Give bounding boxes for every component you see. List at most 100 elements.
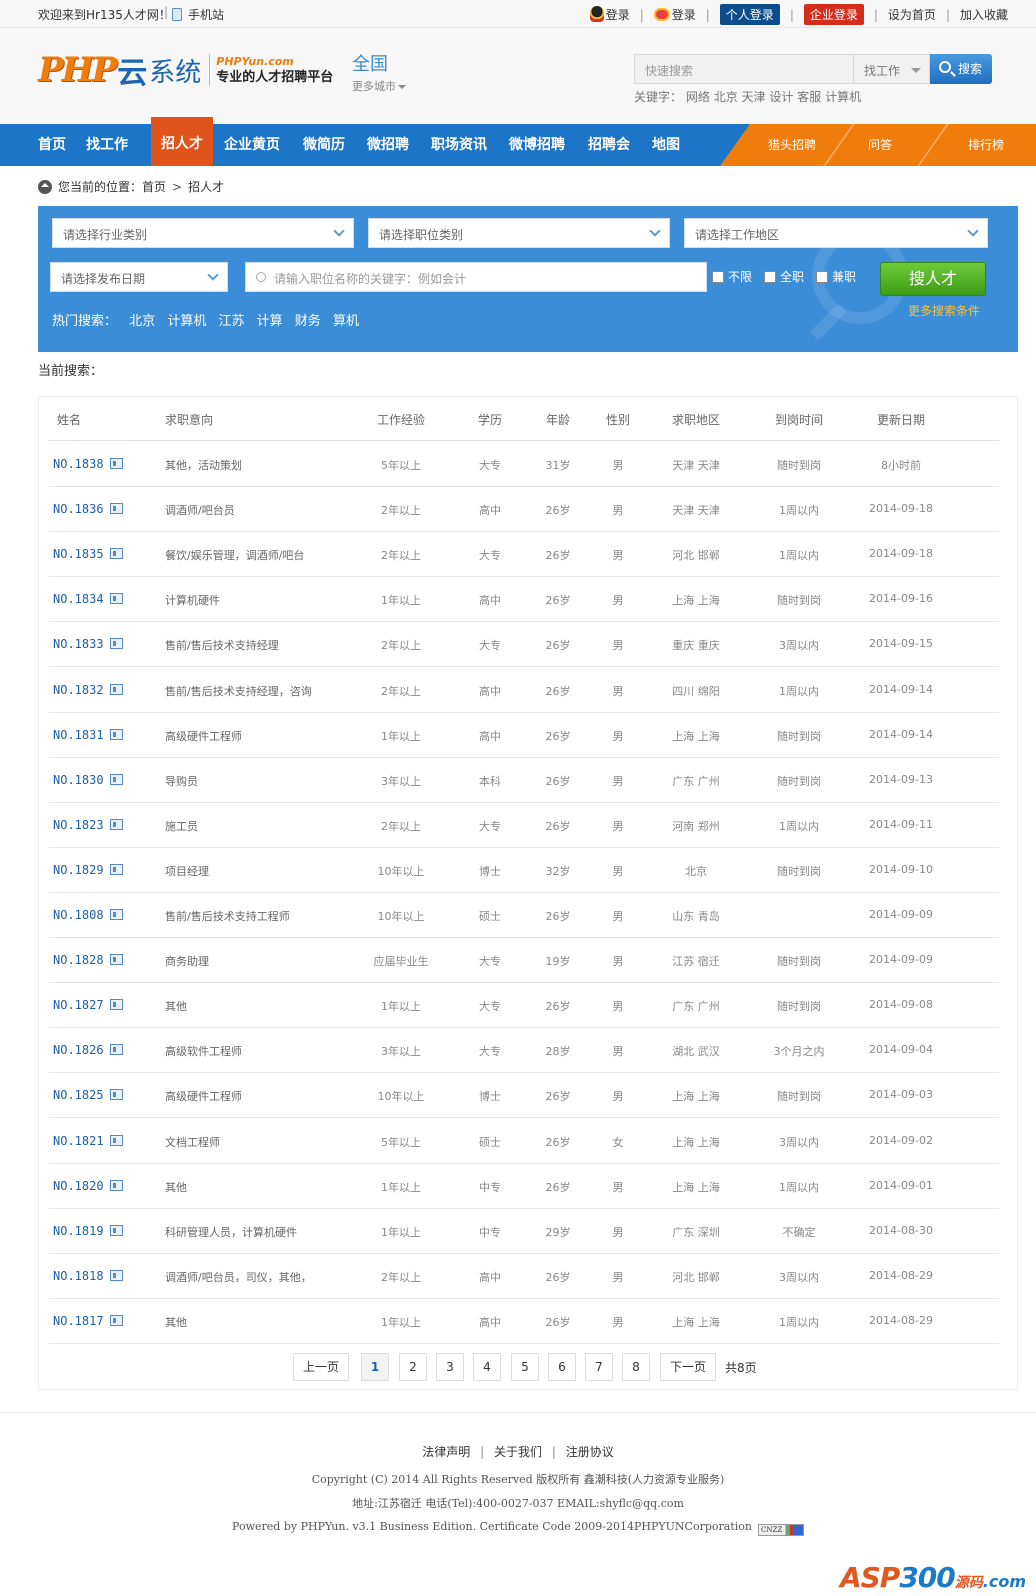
resume-id-link-text[interactable]: NO.1833: [53, 637, 104, 651]
table-row[interactable]: NO.1821 文档工程师 5年以上 硕士 26岁 女 上海 上海 3周以内 2014-09-0…: [49, 1119, 999, 1164]
search-talent-button[interactable]: 搜人才: [880, 262, 986, 296]
breadcrumb-home-link[interactable]: 首页: [142, 178, 166, 195]
personal-login-button[interactable]: 个人登录: [719, 4, 780, 25]
table-row[interactable]: NO.1832 售前/售后技术支持经理，咨询 2年以上 高中 26岁 男 四川 绵阳 1周以内…: [49, 668, 999, 713]
prev-page-button[interactable]: 上一页: [293, 1353, 349, 1381]
resume-id-link-text[interactable]: NO.1818: [53, 1269, 104, 1283]
city-selector[interactable]: 全国 更多城市: [352, 50, 406, 94]
resume-id-link-text[interactable]: NO.1821: [53, 1134, 104, 1148]
resume-id-link[interactable]: NO.1828: [53, 953, 123, 967]
page-button[interactable]: 2: [399, 1353, 427, 1381]
resume-id-link-text[interactable]: NO.1835: [53, 547, 104, 561]
nav-item-hire-talent[interactable]: 招人才: [151, 117, 213, 166]
resume-id-link[interactable]: NO.1808: [53, 908, 123, 922]
set-homepage-link[interactable]: 设为首页: [888, 6, 936, 23]
resume-id-link[interactable]: NO.1829: [53, 863, 123, 877]
resume-id-link[interactable]: NO.1820: [53, 1179, 123, 1193]
checkbox-box[interactable]: [712, 270, 724, 283]
keyword-link[interactable]: 客服: [797, 90, 821, 104]
resume-card-icon[interactable]: [109, 458, 123, 469]
nav-item-company-directory[interactable]: 企业黄页: [224, 124, 280, 166]
quick-search-button[interactable]: 搜索: [930, 54, 992, 84]
resume-id-link-text[interactable]: NO.1829: [53, 863, 104, 877]
table-row[interactable]: NO.1830 导购员 3年以上 本科 26岁 男 广东 广州 随时到岗 2014-09-13: [49, 758, 999, 803]
table-row[interactable]: NO.1833 售前/售后技术支持经理 2年以上 大专 26岁 男 重庆 重庆 3周以内 201…: [49, 622, 999, 668]
keyword-input[interactable]: 请输入职位名称的关键字：例如会计: [245, 262, 707, 292]
qq-login-link[interactable]: 登录: [589, 6, 630, 23]
job-category-select[interactable]: 请选择职位类别: [368, 218, 670, 248]
nav-item-job-fair[interactable]: 招聘会: [588, 124, 630, 166]
resume-card-icon[interactable]: [109, 1134, 123, 1146]
table-row[interactable]: NO.1826 高级软件工程师 3年以上 大专 28岁 男 湖北 武汉 3个月之内 2014-0…: [49, 1028, 999, 1074]
resume-card-icon[interactable]: [109, 863, 123, 875]
resume-id-link[interactable]: NO.1827: [53, 998, 123, 1012]
resume-id-link[interactable]: NO.1825: [53, 1088, 123, 1102]
resume-id-link[interactable]: NO.1818: [53, 1269, 123, 1283]
checkbox-fulltime[interactable]: 全职: [764, 268, 804, 285]
resume-id-link[interactable]: NO.1838: [53, 457, 123, 471]
register-agreement-link[interactable]: 注册协议: [566, 1445, 614, 1459]
table-row[interactable]: NO.1817 其他 1年以上 高中 26岁 男 上海 上海 1周以内 2014-08-29: [49, 1299, 999, 1344]
resume-card-icon[interactable]: [109, 683, 123, 695]
keyword-link[interactable]: 计算机: [825, 90, 861, 104]
resume-card-icon[interactable]: [109, 1269, 123, 1281]
resume-card-icon[interactable]: [109, 728, 123, 740]
resume-id-link-text[interactable]: NO.1830: [53, 773, 104, 787]
resume-card-icon[interactable]: [109, 1089, 123, 1101]
page-button[interactable]: 6: [548, 1353, 576, 1381]
resume-id-link-text[interactable]: NO.1838: [53, 457, 104, 471]
resume-id-link[interactable]: NO.1833: [53, 637, 123, 651]
resume-card-icon[interactable]: [109, 773, 123, 785]
resume-id-link-text[interactable]: NO.1825: [53, 1088, 104, 1102]
next-page-button[interactable]: 下一页: [660, 1353, 716, 1381]
page-button[interactable]: 7: [585, 1353, 613, 1381]
resume-card-icon[interactable]: [109, 1179, 123, 1191]
resume-card-icon[interactable]: [109, 909, 123, 920]
resume-card-icon[interactable]: [109, 999, 123, 1011]
table-row[interactable]: NO.1825 高级硬件工程师 10年以上 博士 26岁 男 上海 上海 随时到岗 2014-0…: [49, 1073, 999, 1119]
page-button[interactable]: 1: [361, 1353, 389, 1381]
resume-id-link[interactable]: NO.1832: [53, 683, 123, 697]
resume-id-link-text[interactable]: NO.1827: [53, 998, 104, 1012]
checkbox-unlimited[interactable]: 不限: [712, 268, 752, 285]
hot-search-link[interactable]: 江苏: [218, 314, 244, 329]
table-row[interactable]: NO.1818 调酒师/吧台员，司仪，其他， 2年以上 高中 26岁 男 河北 邯郸 3周以内…: [49, 1254, 999, 1299]
checkbox-parttime[interactable]: 兼职: [816, 268, 856, 285]
nav-item-weibo-recruit[interactable]: 微博招聘: [509, 124, 565, 166]
nav-item-career-news[interactable]: 职场资讯: [431, 124, 487, 166]
table-row[interactable]: NO.1831 高级硬件工程师 1年以上 高中 26岁 男 上海 上海 随时到岗 2014-09…: [49, 713, 999, 758]
page-button[interactable]: 5: [511, 1353, 539, 1381]
resume-id-link[interactable]: NO.1821: [53, 1134, 123, 1148]
resume-card-icon[interactable]: [109, 593, 123, 605]
keyword-link[interactable]: 网络: [686, 90, 710, 104]
nav-item-map[interactable]: 地图: [652, 124, 680, 166]
resume-id-link-text[interactable]: NO.1808: [53, 908, 104, 922]
resume-card-icon[interactable]: [109, 503, 123, 515]
table-row[interactable]: NO.1823 施工员 2年以上 大专 26岁 男 河南 郑州 1周以内 2014-09-11: [49, 803, 999, 848]
hot-search-link[interactable]: 北京: [129, 314, 155, 329]
legal-notice-link[interactable]: 法律声明: [422, 1445, 470, 1459]
add-favorite-link[interactable]: 加入收藏: [960, 6, 1008, 23]
resume-id-link-text[interactable]: NO.1820: [53, 1179, 104, 1193]
hot-search-link[interactable]: 财务: [295, 314, 321, 329]
weibo-login-link[interactable]: 登录: [653, 6, 696, 23]
page-button[interactable]: 8: [622, 1353, 650, 1381]
resume-id-link-text[interactable]: NO.1826: [53, 1043, 104, 1057]
resume-card-icon[interactable]: [109, 1224, 123, 1236]
resume-card-icon[interactable]: [109, 638, 123, 650]
publish-date-select[interactable]: 请选择发布日期: [50, 262, 228, 292]
work-area-select[interactable]: 请选择工作地区: [684, 218, 988, 248]
hot-search-link[interactable]: 计算: [257, 314, 283, 329]
resume-card-icon[interactable]: [109, 818, 123, 830]
resume-id-link[interactable]: NO.1835: [53, 547, 123, 561]
nav-item-ranking[interactable]: 排行榜: [968, 124, 1004, 166]
resume-id-link-text[interactable]: NO.1817: [53, 1314, 104, 1328]
nav-item-home[interactable]: 首页: [38, 124, 66, 166]
table-row[interactable]: NO.1836 调酒师/吧台员 2年以上 高中 26岁 男 天津 天津 1周以内 2014-09…: [49, 487, 999, 533]
resume-id-link[interactable]: NO.1834: [53, 592, 123, 606]
page-button[interactable]: 3: [436, 1353, 464, 1381]
table-row[interactable]: NO.1808 售前/售后技术支持工程师 10年以上 硕士 26岁 男 山东 青岛 2014-…: [49, 893, 999, 938]
checkbox-box[interactable]: [816, 270, 828, 283]
hot-search-link[interactable]: 计算机: [167, 314, 206, 329]
hot-search-link[interactable]: 算机: [333, 314, 359, 329]
